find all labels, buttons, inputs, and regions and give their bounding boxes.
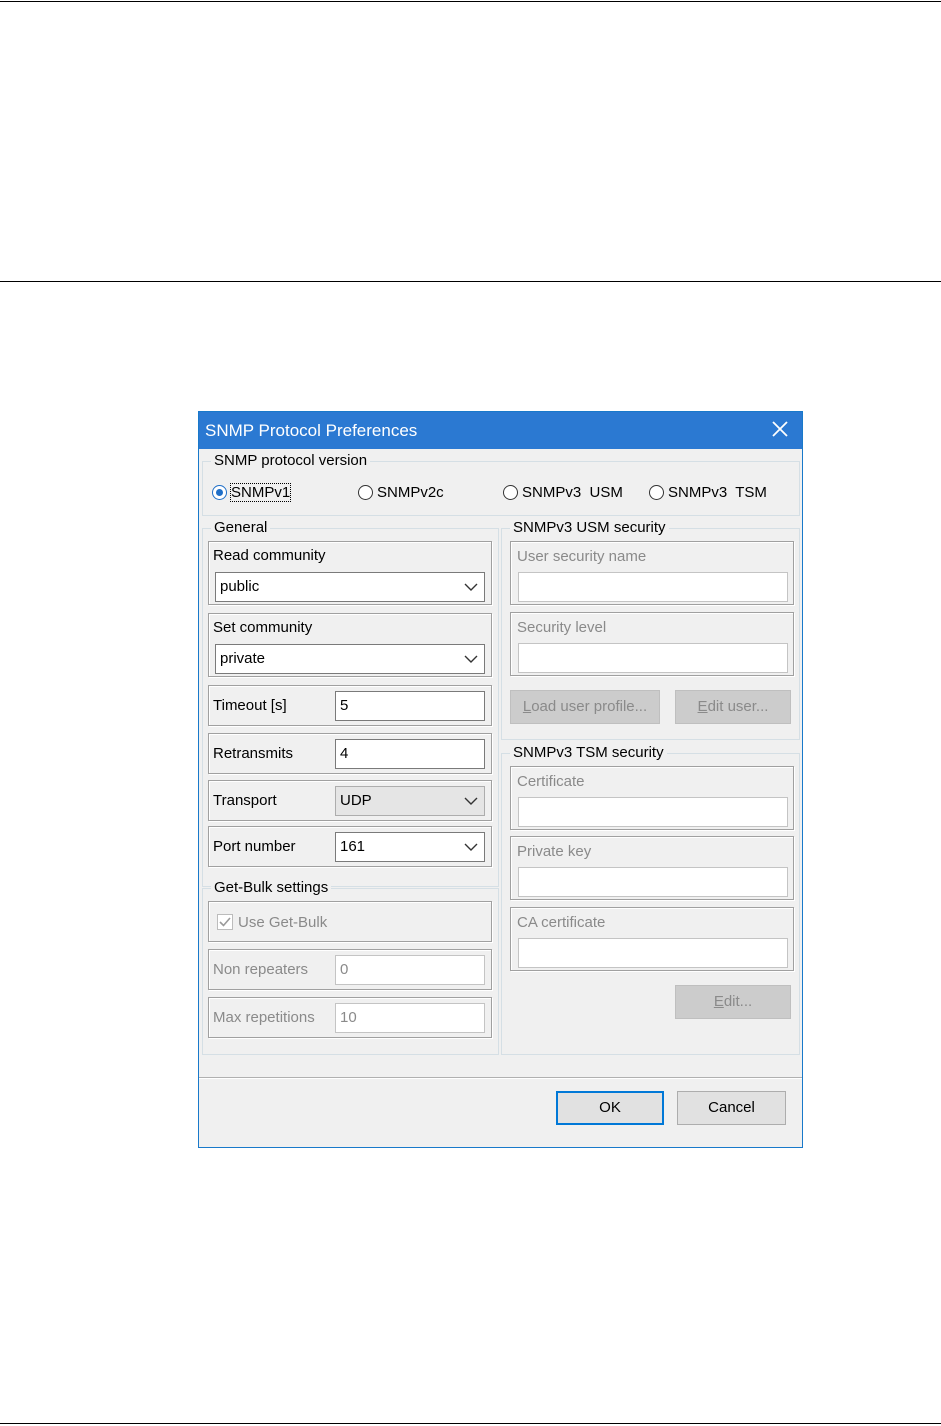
user-security-name-input[interactable] bbox=[518, 572, 788, 602]
load-profile-label: oad user profile... bbox=[531, 698, 648, 715]
transport-value: UDP bbox=[340, 792, 372, 809]
timeout-box: Timeout [s] 5 bbox=[208, 685, 492, 726]
radio-snmpv1-label: SNMPv1 bbox=[229, 483, 292, 502]
read-community-box: Read community public bbox=[208, 541, 492, 605]
retransmits-box: Retransmits 4 bbox=[208, 733, 492, 774]
non-repeaters-label: Non repeaters bbox=[213, 961, 309, 978]
use-getbulk-box: Use Get-Bulk bbox=[208, 901, 492, 942]
ok-button[interactable]: OK bbox=[556, 1091, 664, 1125]
transport-label: Transport bbox=[213, 792, 277, 809]
port-select[interactable]: 161 bbox=[335, 832, 485, 862]
security-level-box: Security level bbox=[510, 612, 794, 676]
chevron-down-icon bbox=[464, 843, 478, 851]
use-getbulk-checkbox[interactable] bbox=[217, 914, 233, 930]
use-getbulk-label: Use Get-Bulk bbox=[238, 914, 328, 931]
max-repetitions-box: Max repetitions 10 bbox=[208, 997, 492, 1038]
security-level-select[interactable] bbox=[518, 643, 788, 673]
version-group: SNMP protocol version SNMPv1 SNMPv2c SNM… bbox=[202, 452, 800, 516]
tsm-edit-button[interactable]: Edit... bbox=[675, 985, 791, 1019]
edit-user-button[interactable]: Edit user... bbox=[675, 690, 791, 724]
set-community-select[interactable]: private bbox=[215, 644, 485, 674]
bottom-rule bbox=[0, 1423, 941, 1424]
tsm-edit-mnemonic: E bbox=[713, 993, 724, 1010]
ca-certificate-box: CA certificate bbox=[510, 907, 794, 971]
tsm-edit-label: dit... bbox=[723, 993, 753, 1010]
non-repeaters-input[interactable]: 0 bbox=[335, 955, 485, 985]
chevron-down-icon bbox=[464, 583, 478, 591]
non-repeaters-box: Non repeaters 0 bbox=[208, 949, 492, 990]
port-value: 161 bbox=[340, 838, 366, 855]
dialog-title: SNMP Protocol Preferences bbox=[205, 421, 418, 440]
edit-user-mnemonic: E bbox=[697, 698, 708, 715]
load-user-profile-button[interactable]: Load user profile... bbox=[510, 690, 660, 724]
port-box: Port number 161 bbox=[208, 826, 492, 867]
transport-select[interactable]: UDP bbox=[335, 786, 485, 816]
cancel-button[interactable]: Cancel bbox=[677, 1091, 786, 1125]
set-community-box: Set community private bbox=[208, 613, 492, 677]
private-key-box: Private key bbox=[510, 836, 794, 900]
ca-certificate-input[interactable] bbox=[518, 938, 788, 968]
snmp-preferences-dialog: SNMP Protocol Preferences SNMP protocol … bbox=[198, 411, 803, 1148]
radio-snmpv2c-label: SNMPv2c bbox=[377, 484, 444, 501]
general-group-label: General bbox=[211, 519, 271, 537]
radio-snmpv3-tsm[interactable]: SNMPv3 TSM bbox=[649, 484, 767, 501]
title-bar: SNMP Protocol Preferences bbox=[199, 412, 802, 449]
radio-snmpv1[interactable]: SNMPv1 bbox=[212, 483, 292, 502]
port-label: Port number bbox=[213, 838, 296, 855]
transport-box: Transport UDP bbox=[208, 780, 492, 821]
user-security-name-box: User security name bbox=[510, 541, 794, 605]
tsm-group-label: SNMPv3 TSM security bbox=[510, 744, 667, 762]
certificate-box: Certificate bbox=[510, 766, 794, 830]
getbulk-group-label: Get-Bulk settings bbox=[211, 879, 332, 897]
radio-snmpv3-usm-label: SNMPv3 USM bbox=[522, 484, 623, 501]
radio-snmpv3-usm[interactable]: SNMPv3 USM bbox=[503, 484, 623, 501]
load-profile-mnemonic: L bbox=[522, 698, 532, 715]
chevron-down-icon bbox=[464, 797, 478, 805]
retransmits-input[interactable]: 4 bbox=[335, 739, 485, 769]
radio-snmpv3-tsm-label: SNMPv3 TSM bbox=[668, 484, 767, 501]
max-repetitions-label: Max repetitions bbox=[213, 1009, 315, 1026]
radio-snmpv2c[interactable]: SNMPv2c bbox=[358, 484, 444, 501]
ca-certificate-label: CA certificate bbox=[517, 914, 606, 931]
checkmark-icon bbox=[219, 917, 231, 927]
max-repetitions-input[interactable]: 10 bbox=[335, 1003, 485, 1033]
read-community-label: Read community bbox=[213, 547, 326, 564]
radio-selected-indicator bbox=[212, 485, 227, 500]
certificate-label: Certificate bbox=[517, 773, 585, 790]
set-community-value: private bbox=[220, 650, 266, 667]
certificate-input[interactable] bbox=[518, 797, 788, 827]
usm-group-label: SNMPv3 USM security bbox=[510, 519, 669, 537]
close-icon[interactable] bbox=[770, 419, 790, 439]
top-rule bbox=[0, 1, 941, 2]
middle-rule bbox=[0, 281, 941, 282]
private-key-label: Private key bbox=[517, 843, 592, 860]
security-level-label: Security level bbox=[517, 619, 607, 636]
version-group-label: SNMP protocol version bbox=[211, 452, 371, 470]
edit-user-label: dit user... bbox=[707, 698, 769, 715]
read-community-select[interactable]: public bbox=[215, 572, 485, 602]
user-security-name-label: User security name bbox=[517, 548, 647, 565]
private-key-input[interactable] bbox=[518, 867, 788, 897]
chevron-down-icon bbox=[464, 655, 478, 663]
timeout-input[interactable]: 5 bbox=[335, 691, 485, 721]
set-community-label: Set community bbox=[213, 619, 313, 636]
read-community-value: public bbox=[220, 578, 260, 595]
timeout-label: Timeout [s] bbox=[213, 697, 287, 714]
retransmits-label: Retransmits bbox=[213, 745, 294, 762]
